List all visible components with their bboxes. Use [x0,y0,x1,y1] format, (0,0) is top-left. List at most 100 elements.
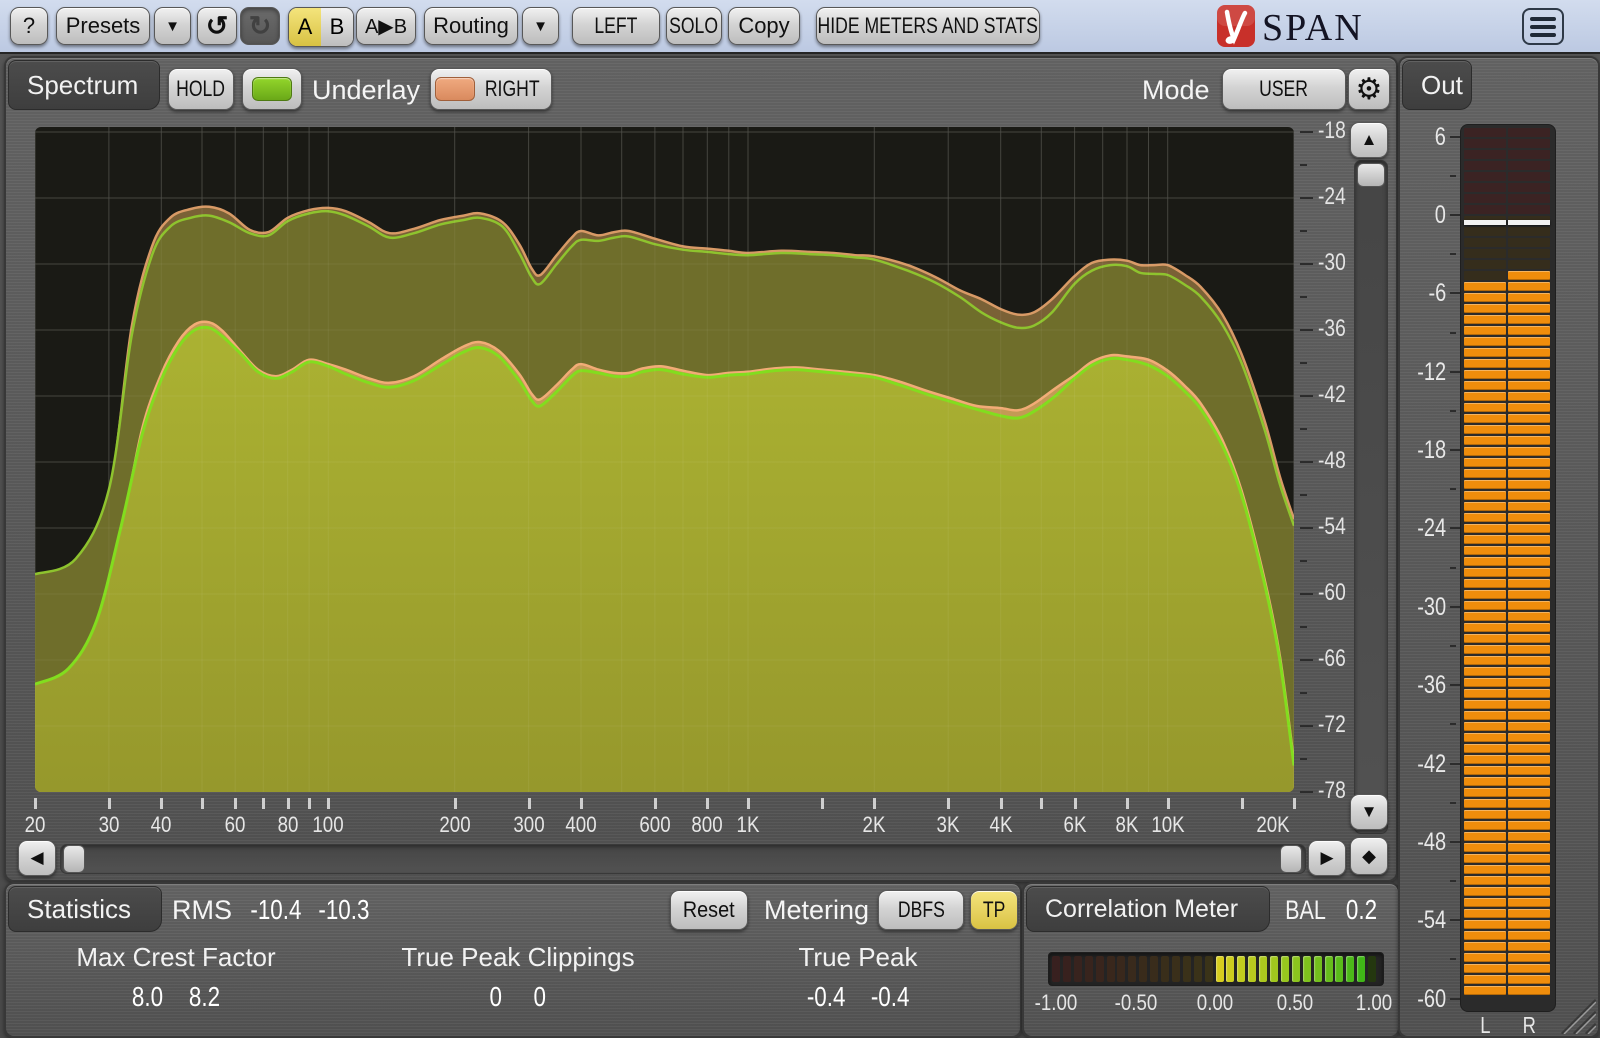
meter-segment [1508,150,1550,159]
freq-tick [1293,798,1296,809]
tp-button[interactable]: TP [970,890,1018,930]
meter-segment [1464,909,1506,918]
db-tick-label: -60 [1318,579,1358,607]
ab-a-segment[interactable]: A [289,8,321,46]
settings-gear-icon[interactable]: ⚙ [1348,68,1390,110]
hide-meters-button[interactable]: HIDE METERS AND STATS [816,7,1040,45]
help-button[interactable]: ? [10,7,48,45]
freq-tick [821,798,824,809]
underlay-right-button[interactable]: RIGHT [430,68,552,110]
meter-segment [1508,436,1550,445]
underlay-color-button[interactable] [242,68,302,110]
meter-segment [1508,271,1550,280]
vertical-scrollbar[interactable] [1354,160,1388,834]
meter-segment [1508,986,1550,995]
db-tick [1300,164,1307,166]
tab-correlation-meter: Correlation Meter [1026,886,1270,932]
freq-tick-label: 6K [1063,812,1086,838]
meter-segment [1464,931,1506,940]
freq-tick [1000,798,1003,809]
meter-tick [1450,488,1456,490]
routing-dropdown-icon[interactable]: ▼ [522,7,559,45]
presets-dropdown-icon[interactable]: ▼ [154,7,191,45]
db-tick [1300,659,1313,661]
meter-segment [1508,414,1550,423]
horizontal-scroll-thumb-left[interactable] [63,845,85,873]
horizontal-scrollbar[interactable] [60,844,1306,874]
freq-tick [262,798,265,809]
meter-segment [1508,678,1550,687]
meter-segment [1464,799,1506,808]
correlation-scale-label: 1.00 [1356,990,1392,1016]
meter-segment [1464,128,1506,137]
meter-segment [1464,370,1506,379]
hold-button[interactable]: HOLD [168,68,234,110]
ab-b-segment[interactable]: B [321,8,353,46]
scroll-up-icon[interactable]: ▲ [1350,122,1388,158]
output-meter-scale: 60-6-12-18-24-30-36-42-48-54-60 [1400,58,1464,1036]
freq-tick-label: 400 [565,812,596,838]
freq-tick [528,798,531,809]
freq-tick [201,798,204,809]
meter-segment [1508,183,1550,192]
vertical-scroll-thumb[interactable] [1357,163,1385,187]
meter-segment [1508,634,1550,643]
fit-range-icon[interactable]: ◆ [1350,837,1388,875]
db-tick [1300,560,1307,562]
meter-scale-label: -48 [1400,828,1446,857]
freq-tick [747,798,750,809]
meter-segment [1464,271,1506,280]
reset-button[interactable]: Reset [670,890,748,930]
freq-tick-label: 40 [151,812,172,838]
meter-segment [1508,535,1550,544]
correlation-scale-label: 0.00 [1197,990,1233,1016]
spectrum-graph[interactable] [35,127,1294,792]
meter-segment [1508,700,1550,709]
solo-button[interactable]: SOLO [666,7,722,45]
voxengo-logo-icon [1216,4,1256,48]
meter-segment [1508,656,1550,665]
scroll-right-icon[interactable]: ▶ [1308,840,1346,876]
max-crest-factor-values: 8.0 8.2 [36,981,316,1013]
meter-segment [1464,447,1506,456]
meter-segment [1508,788,1550,797]
meter-segment [1508,667,1550,676]
channel-left-button[interactable]: LEFT [572,7,660,45]
rms-value-right: -10.3 [312,894,376,926]
copy-button[interactable]: Copy [728,7,800,45]
meter-segment [1508,348,1550,357]
db-tick [1300,263,1313,265]
meter-segment [1508,689,1550,698]
meter-segment [1508,227,1550,236]
meter-segment [1464,150,1506,159]
scroll-left-icon[interactable]: ◀ [18,840,56,876]
meter-segment [1508,865,1550,874]
mode-value-button[interactable]: USER [1222,68,1346,110]
freq-tick [654,798,657,809]
scroll-down-icon[interactable]: ▼ [1350,794,1388,830]
meter-segment [1508,194,1550,203]
meter-segment [1464,403,1506,412]
horizontal-scroll-thumb-right[interactable] [1280,845,1302,873]
meter-segment [1508,755,1550,764]
a-to-b-button[interactable]: A▶B [356,7,416,45]
salmon-swatch-icon [435,77,475,101]
db-tick-label: -30 [1318,249,1358,277]
routing-button[interactable]: Routing [424,7,518,45]
db-tick [1300,791,1313,793]
meter-segment [1508,601,1550,610]
correlation-segment [1237,956,1245,982]
menu-icon[interactable] [1522,8,1564,45]
meter-segment [1508,964,1550,973]
meter-segment [1464,755,1506,764]
ab-compare-button[interactable]: A B [288,7,354,47]
freq-tick [1040,798,1043,809]
resize-grip[interactable] [1552,990,1596,1034]
dbfs-button[interactable]: DBFS [878,890,964,930]
presets-button[interactable]: Presets [56,7,150,45]
meter-segment [1464,161,1506,170]
freq-tick [873,798,876,809]
output-meter-panel: Out 60-6-12-18-24-30-36-42-48-54-60 L R [1398,56,1600,1038]
meter-segment [1508,249,1550,258]
undo-icon[interactable]: ↺ [197,7,237,45]
